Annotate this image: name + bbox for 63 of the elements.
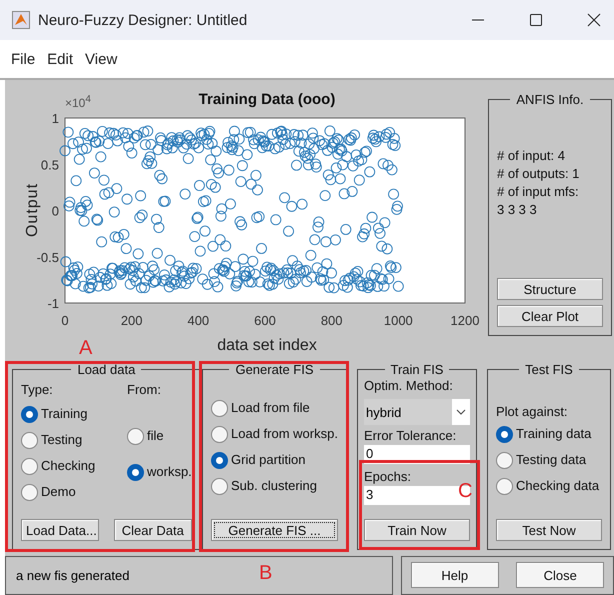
radio-button[interactable]: Sub. clustering [211,473,338,499]
radio-button[interactable]: Training [21,401,111,427]
window-title: Neuro-Fuzzy Designer: Untitled [38,12,248,28]
app-logo-icon [12,11,30,29]
tick-label: 200 [120,313,143,328]
menu-item[interactable]: Edit [47,50,74,68]
tick-label: 600 [254,313,276,328]
push-button[interactable]: Clear Data [114,519,192,541]
tick-label: 1200 [450,313,480,328]
menu-item[interactable]: View [85,50,118,68]
radio-button[interactable]: Checking data [496,473,602,499]
axis-label: Output [24,182,41,238]
plot-title: Training Data (ooo) [198,91,336,108]
tick-label: -1 [47,296,59,311]
push-button[interactable]: Structure [497,278,603,300]
close-icon[interactable] [586,12,602,28]
tick-label: 0 [52,204,59,218]
push-button[interactable]: Help [410,562,499,588]
radio-button[interactable]: worksp. [127,459,192,485]
tick-label: 400 [187,313,210,328]
maximize-icon[interactable] [528,12,544,28]
axis-label: data set index [217,337,317,354]
tick-label: 1 [52,111,59,126]
push-button[interactable]: Train Now [364,519,470,541]
radio-button[interactable]: Testing [21,427,111,453]
info-text: # of outputs: 1 [497,165,580,183]
push-button[interactable]: Generate FIS ... [211,519,338,541]
tick-label: -0.5 [36,250,59,265]
push-button[interactable]: Test Now [496,519,602,541]
info-text: 3 3 3 3 [497,201,538,219]
radio-button[interactable]: Grid partition [211,447,338,473]
tick-label: 1000 [384,313,413,328]
info-text: # of input mfs: [497,183,580,201]
menu-item[interactable]: File [11,50,36,68]
push-button[interactable]: Load Data... [21,519,99,541]
panel-title: Generate FIS [234,362,315,377]
push-button[interactable]: Close [516,562,604,588]
radio-button[interactable]: Checking [21,453,111,479]
panel-title: Test FIS [524,362,574,377]
radio-button[interactable]: Testing data [496,447,602,473]
push-button[interactable]: Clear Plot [497,305,603,327]
radio-button[interactable]: file [127,423,192,449]
panel-title: ANFIS Info. [515,92,585,107]
info-text: # of input: 4 [497,147,566,165]
annotation-letter: A [79,337,92,360]
radio-button[interactable]: Load from worksp. [211,421,338,447]
radio-button[interactable]: Load from file [211,395,338,421]
axis-exponent: ×10$^{4}$ [65,96,91,110]
field-label: Plot against: [496,403,569,421]
tick-label: 800 [320,313,343,328]
tick-label: 0 [61,313,69,328]
annotation-letter: B [259,562,272,585]
panel-title: Train FIS [390,362,444,377]
tick-label: 0.5 [40,157,59,172]
radio-button[interactable]: Training data [496,421,602,447]
field-label: Type: [21,381,54,399]
field-label: From: [127,381,162,399]
panel-title: Load data [76,362,136,377]
radio-button[interactable]: Demo [21,479,111,505]
caret-icon [456,409,466,415]
field-label: Error Tolerance: [364,427,458,445]
field-label: Optim. Method: [364,377,454,395]
field-label: Epochs: [364,468,411,486]
